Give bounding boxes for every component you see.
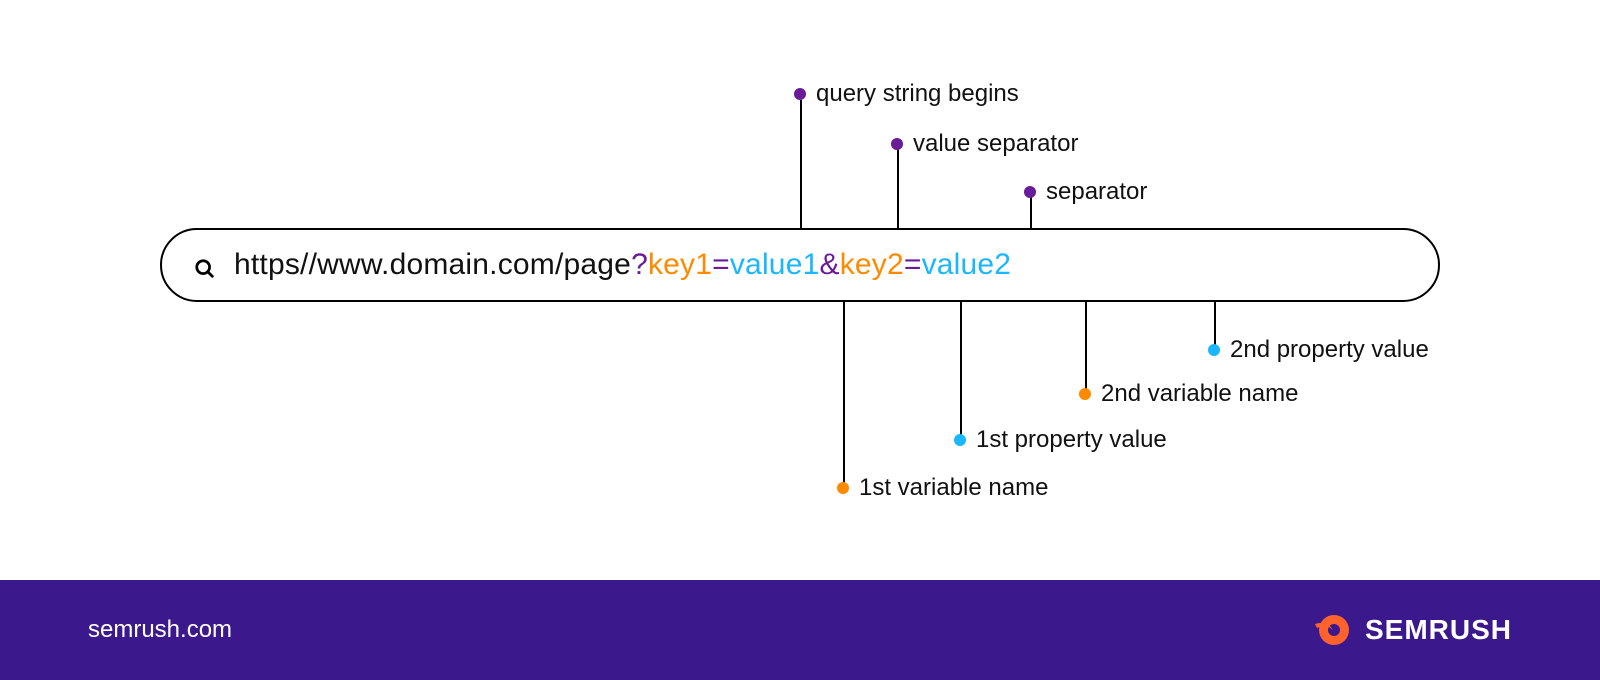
dot-icon [1024,186,1036,198]
dot-icon [794,88,806,100]
brand-lockup: SEMRUSH [1311,610,1512,650]
brand-fireball-icon [1311,610,1351,650]
url-bar: https//www.domain.com/page?key1=value1&k… [160,228,1440,302]
url-val2: value2 [922,248,1012,281]
callout-label: value separator [913,130,1078,158]
callout-label: separator [1046,178,1147,206]
footer-bar: semrush.com SEMRUSH [0,580,1600,680]
url-eq1: = [712,248,730,281]
dot-icon [1079,388,1091,400]
leader-qbegins [800,100,802,228]
url-key1: key1 [648,248,712,281]
footer-site: semrush.com [88,616,232,644]
callout-value-separator: value separator [891,130,1078,158]
callout-2nd-variable-name: 2nd variable name [1079,380,1298,408]
url-eq2: = [904,248,922,281]
leader-var1 [843,302,845,488]
callout-label: 1st property value [976,426,1167,454]
callout-2nd-property-value: 2nd property value [1208,336,1429,364]
url-text: https//www.domain.com/page?key1=value1&k… [234,248,1011,282]
url-val1: value1 [730,248,820,281]
leader-prop1 [960,302,962,440]
url-key2: key2 [840,248,904,281]
callout-query-string-begins: query string begins [794,80,1019,108]
url-qmark: ? [631,248,648,281]
leader-valuesep [897,148,899,228]
dot-icon [1208,344,1220,356]
callout-label: 2nd variable name [1101,380,1298,408]
callout-label: 1st variable name [859,474,1048,502]
url-base: https//www.domain.com/page [234,248,631,281]
diagram-canvas: https//www.domain.com/page?key1=value1&k… [0,0,1600,680]
dot-icon [837,482,849,494]
url-amp: & [819,248,839,281]
callout-label: 2nd property value [1230,336,1429,364]
callout-1st-variable-name: 1st variable name [837,474,1048,502]
callout-label: query string begins [816,80,1019,108]
callout-separator: separator [1024,178,1147,206]
dot-icon [954,434,966,446]
search-icon [194,254,216,276]
brand-name: SEMRUSH [1365,614,1512,646]
dot-icon [891,138,903,150]
callout-1st-property-value: 1st property value [954,426,1167,454]
leader-var2 [1085,302,1087,392]
